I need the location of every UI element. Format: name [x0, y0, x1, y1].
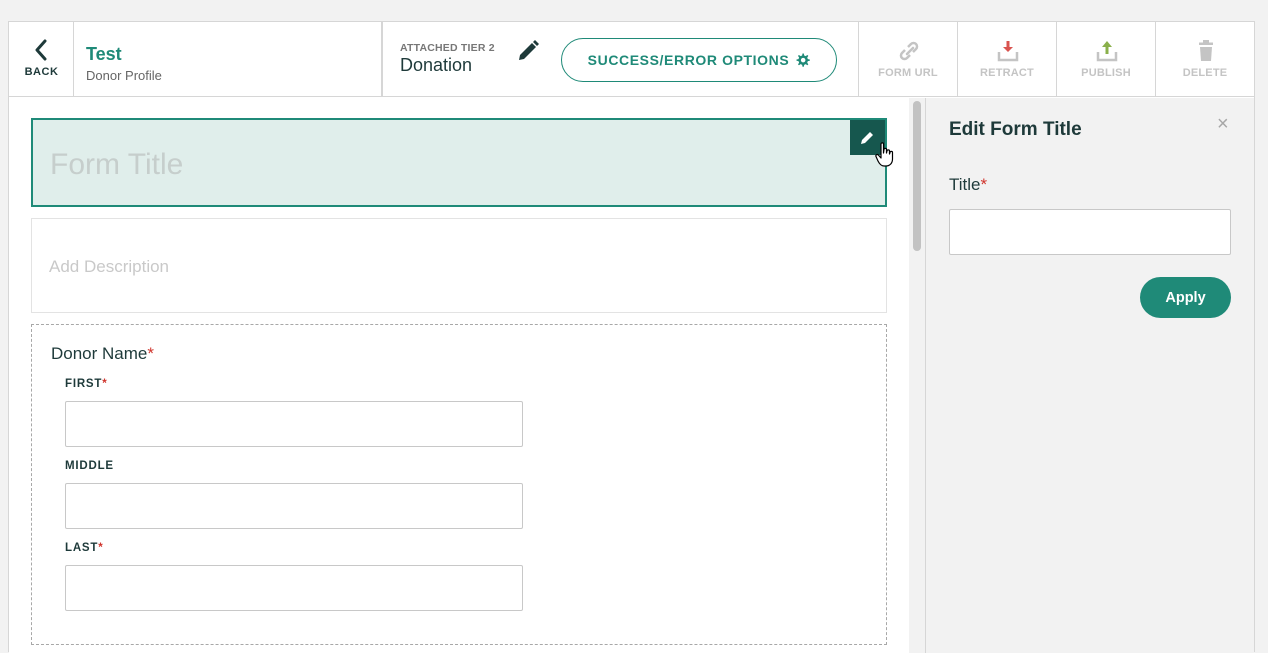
- attached-tier: ATTACHED TIER 2 Donation: [400, 42, 495, 76]
- download-tray-icon: [997, 41, 1019, 62]
- first-name-label: FIRST*: [65, 378, 108, 390]
- canvas-scrollbar[interactable]: [909, 98, 925, 653]
- form-name-block: Test Donor Profile: [86, 44, 162, 83]
- donor-name-field-group[interactable]: Donor Name* FIRST* MIDDLE LAST*: [31, 324, 887, 645]
- edit-tier-pencil-icon[interactable]: [516, 39, 540, 63]
- form-url-label: FORM URL: [878, 67, 938, 79]
- close-icon[interactable]: ×: [1217, 113, 1229, 136]
- form-canvas: Form Title Add Description Donor Name* F…: [9, 98, 909, 653]
- middle-name-input[interactable]: [65, 483, 523, 529]
- upload-tray-icon: [1096, 41, 1118, 62]
- tier-label: ATTACHED TIER 2: [400, 42, 495, 54]
- chevron-left-icon: [35, 39, 47, 61]
- edit-form-title-panel: Edit Form Title × Title* Apply: [925, 98, 1254, 653]
- success-error-options-label: SUCCESS/ERROR OPTIONS: [587, 52, 790, 68]
- donor-name-label: Donor Name*: [51, 344, 154, 363]
- form-type: Donor Profile: [86, 68, 162, 83]
- title-field-label: Title*: [949, 175, 988, 194]
- publish-button[interactable]: PUBLISH: [1056, 22, 1155, 97]
- form-title-placeholder: Form Title: [50, 148, 184, 181]
- title-input[interactable]: [949, 209, 1231, 255]
- first-name-input[interactable]: [65, 401, 523, 447]
- gear-icon: [796, 52, 811, 67]
- retract-button[interactable]: RETRACT: [957, 22, 1056, 97]
- divider: [381, 22, 383, 97]
- success-error-options-button[interactable]: SUCCESS/ERROR OPTIONS: [561, 38, 837, 82]
- hand-cursor-icon: [875, 142, 894, 167]
- publish-label: PUBLISH: [1081, 67, 1131, 79]
- retract-label: RETRACT: [980, 67, 1034, 79]
- top-toolbar: BACK Test Donor Profile ATTACHED TIER 2 …: [9, 22, 1254, 97]
- delete-label: DELETE: [1182, 67, 1228, 79]
- form-description-block[interactable]: Add Description: [31, 218, 887, 313]
- panel-heading: Edit Form Title: [949, 119, 1082, 140]
- back-label: BACK: [24, 66, 59, 78]
- link-icon: [899, 41, 919, 61]
- delete-button[interactable]: DELETE: [1155, 22, 1254, 97]
- tier-value: Donation: [400, 55, 473, 75]
- form-title-block[interactable]: Form Title: [31, 118, 887, 207]
- trash-icon: [1199, 40, 1213, 61]
- form-name: Test: [86, 44, 122, 64]
- back-button[interactable]: BACK: [9, 22, 74, 97]
- last-name-label: LAST*: [65, 542, 104, 554]
- last-name-input[interactable]: [65, 565, 523, 611]
- apply-button[interactable]: Apply: [1140, 277, 1231, 318]
- description-placeholder: Add Description: [49, 257, 170, 276]
- app-frame: BACK Test Donor Profile ATTACHED TIER 2 …: [8, 21, 1255, 653]
- form-url-button[interactable]: FORM URL: [858, 22, 957, 97]
- pencil-icon: [861, 132, 873, 144]
- scrollbar-thumb[interactable]: [913, 101, 921, 251]
- middle-name-label: MIDDLE: [65, 460, 114, 472]
